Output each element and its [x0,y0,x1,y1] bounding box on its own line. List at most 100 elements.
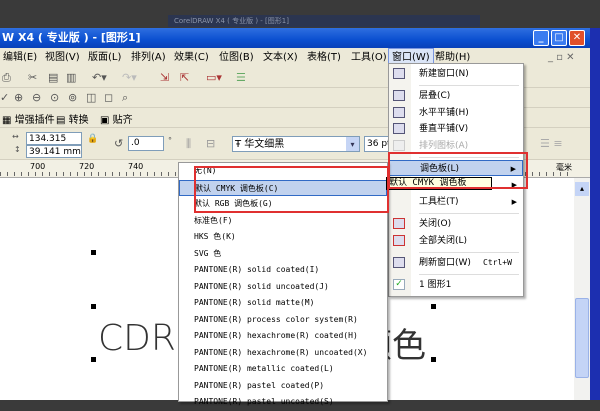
height-icon: ↕ [14,145,21,154]
close-button[interactable]: ✕ [569,30,585,46]
align-icon[interactable]: ☰ ≡ [540,137,563,150]
ruler-label: 720 [79,162,95,171]
cut-icon[interactable]: ✂ [28,71,37,84]
plugin-button[interactable]: ▦ 增强插件 [2,111,55,126]
export-icon[interactable]: ⇱ [180,71,189,84]
menu-item-cascade[interactable]: 层叠(C) [389,88,523,104]
paste-icon[interactable]: ▥ [66,71,76,84]
menu-view[interactable]: 视图(V) [42,48,83,68]
window-border [590,28,600,400]
zoom-in-icon[interactable]: ⊕ [14,91,23,104]
menu-layout[interactable]: 版面(L) [85,48,124,68]
selection-handle[interactable] [431,304,436,309]
rotation-input[interactable]: .0 [128,136,164,151]
scroll-up-icon[interactable]: ▴ [575,182,589,196]
item-label: 新建窗口(N) [419,69,469,79]
item-label: 全部关闭(L) [419,236,468,246]
title-bar: W X4 ( 专业版 ) - [图形1] _ □ ✕ [0,28,592,48]
submenu-arrow-icon: ▶ [511,198,517,206]
palette-item[interactable]: PANTONE(R) hexachrome(R) coated(H) [179,328,387,345]
palette-item[interactable]: PANTONE(R) hexachrome(R) uncoated(X) [179,345,387,362]
vertical-scrollbar[interactable]: ▴ [574,178,590,400]
menu-item-document-1[interactable]: ✓ 1 图形1 [389,277,523,293]
zoom-selected-icon[interactable]: ⊙ [50,91,59,104]
minimize-button[interactable]: _ [533,30,549,46]
zoom-out-icon[interactable]: ⊖ [32,91,41,104]
tile-horizontal-icon [393,107,405,118]
menu-item-tile-vertical[interactable]: 垂直平铺(V) [389,121,523,137]
options-icon[interactable]: ☰ [236,71,246,84]
snap-button[interactable]: ▣ 贴齐 [100,111,133,126]
doc-window-controls[interactable]: _ ▫ ✕ [548,48,575,68]
checkmark-icon: ✓ [393,279,405,290]
palette-item[interactable]: PANTONE(R) pastel uncoated(S) [179,394,387,411]
zoom-page-icon[interactable]: ◫ [86,91,96,104]
chevron-down-icon[interactable]: ▾ [346,137,359,151]
font-select[interactable]: Ŧ 华文细黑 ▾ [232,136,360,152]
menu-bitmaps[interactable]: 位图(B) [216,48,257,68]
mirror-h-icon[interactable]: ⫼ [186,137,191,151]
palette-item[interactable]: PANTONE(R) solid uncoated(J) [179,279,387,296]
item-label: 垂直平铺(V) [419,124,469,134]
selection-handle[interactable] [91,304,96,309]
zoom-width-icon[interactable]: ◻ [104,91,113,104]
new-window-icon [393,68,405,79]
palette-item[interactable]: PANTONE(R) process color system(R) [179,312,387,329]
redo-icon[interactable]: ↷▾ [122,71,137,84]
menu-effects[interactable]: 效果(C) [171,48,212,68]
palette-item[interactable]: 标准色(F) [179,213,387,230]
item-label: 排列图标(A) [419,141,469,151]
refresh-window-icon [393,257,405,268]
plugin-label: 增强插件 [14,115,55,126]
height-input[interactable]: 39.141 mm [26,145,82,158]
item-label: 1 图形1 [419,280,452,290]
palette-item[interactable]: SVG 色 [179,246,387,263]
background-window-titlebar: CorelDRAW X4 ( 专业版 ) - [图形1] [168,15,480,27]
item-label: 层叠(C) [419,91,451,101]
menu-item-close[interactable]: 关闭(O) [389,216,523,232]
menu-text[interactable]: 文本(X) [260,48,301,68]
ruler-label: 700 [30,162,46,171]
palette-item[interactable]: PANTONE(R) metallic coated(L) [179,361,387,378]
menu-item-refresh[interactable]: 刷新窗口(W) Ctrl+W [389,255,523,271]
menu-table[interactable]: 表格(T) [304,48,344,68]
maximize-button[interactable]: □ [551,30,567,46]
undo-icon[interactable]: ↶▾ [92,71,107,84]
degree-label: ° [168,136,172,145]
zoom-height-icon[interactable]: ⌕ [122,91,128,105]
width-input[interactable]: 134.315 mm [26,132,82,156]
copy-icon[interactable]: ▤ [48,71,58,84]
check-icon[interactable]: ✓ [0,91,9,104]
palette-item[interactable]: PANTONE(R) pastel coated(P) [179,378,387,395]
menu-item-tile-horizontal[interactable]: 水平平铺(H) [389,105,523,121]
zoom-all-icon[interactable]: ⊚ [68,91,77,104]
menu-arrange[interactable]: 排列(A) [128,48,169,68]
background-window-title: CorelDRAW X4 ( 专业版 ) - [图形1] [174,17,289,25]
separator [419,213,519,214]
separator [419,274,519,275]
menu-item-new-window[interactable]: 新建窗口(N) [389,66,523,82]
font-name: 华文细黑 [244,139,285,150]
snap-label: 贴齐 [112,115,133,126]
palette-item[interactable]: HKS 色(K) [179,229,387,246]
menu-item-toolbars[interactable]: 工具栏(T) ▶ [389,194,523,210]
canvas-text-cdr[interactable]: CDR [98,318,176,359]
selection-handle[interactable] [91,250,96,255]
item-label: 刷新窗口(W) [419,258,471,268]
selection-handle[interactable] [91,357,96,362]
shortcut-label: Ctrl+W [483,258,512,267]
palette-item[interactable]: PANTONE(R) solid matte(M) [179,295,387,312]
convert-button[interactable]: ▤ 转换 [56,111,89,126]
launcher-icon[interactable]: ▭▾ [206,71,222,84]
menu-edit[interactable]: 编辑(E) [0,48,40,68]
menu-item-close-all[interactable]: 全部关闭(L) [389,233,523,249]
menu-tools[interactable]: 工具(O) [348,48,390,68]
lock-ratio-icon[interactable]: 🔒 [87,134,98,144]
annotation-box [194,166,389,213]
selection-handle[interactable] [431,357,436,362]
scrollbar-thumb[interactable] [575,298,589,378]
print-icon[interactable]: ⎙ [2,71,11,85]
palette-item[interactable]: PANTONE(R) solid coated(I) [179,262,387,279]
mirror-v-icon[interactable]: ⊟ [206,137,215,150]
import-icon[interactable]: ⇲ [160,71,169,84]
